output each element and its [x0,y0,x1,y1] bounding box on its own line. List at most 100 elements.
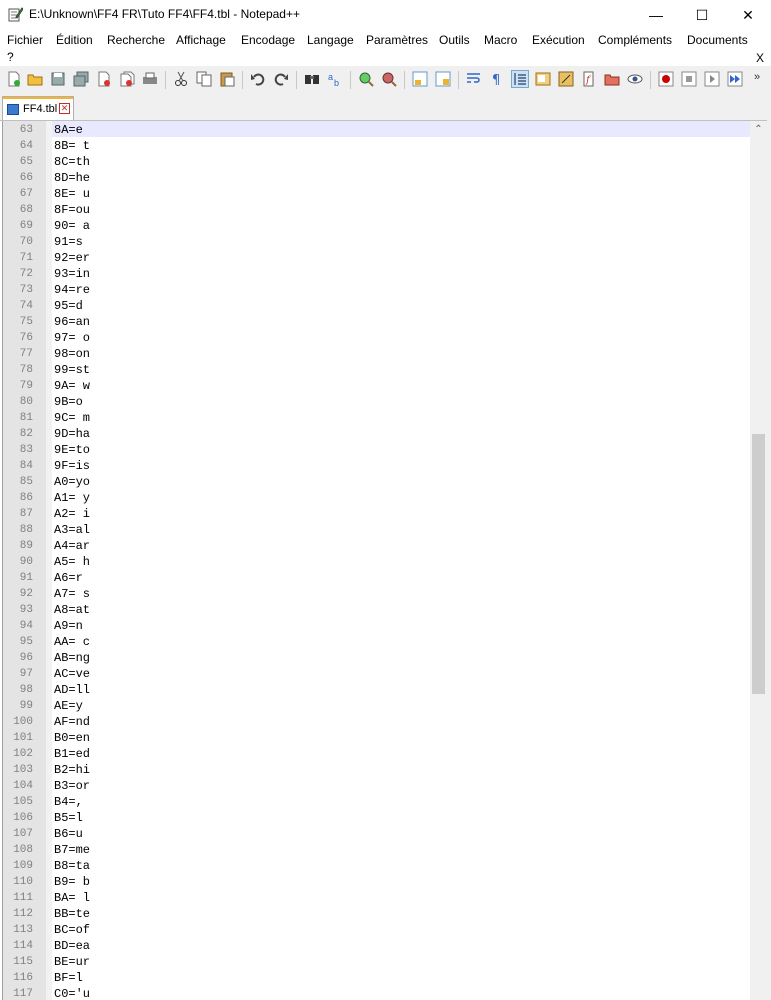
open-file-icon[interactable] [27,71,43,87]
code-line[interactable]: 93 A8=at [3,602,751,618]
scroll-up-icon[interactable]: ⌃ [750,121,767,138]
line-text[interactable]: 99=st [54,362,90,378]
line-text[interactable]: 9F=is [54,458,90,474]
menu-outils[interactable]: Outils [439,33,470,47]
code-line[interactable]: 94 A9=n [3,618,751,634]
undo-icon[interactable] [250,71,266,87]
code-line[interactable]: 117 C0='u [3,986,751,1000]
sync-horizontal-icon[interactable] [435,71,451,87]
code-line[interactable]: 86 A1= y [3,490,751,506]
menu-langage[interactable]: Langage [307,33,354,47]
code-line[interactable]: 92 A7= s [3,586,751,602]
code-line[interactable]: 114 BD=ea [3,938,751,954]
line-text[interactable]: 92=er [54,250,90,266]
menu-recherche[interactable]: Recherche [107,33,165,47]
save-all-icon[interactable] [73,71,89,87]
zoom-out-icon[interactable] [381,71,397,87]
menu-parametres[interactable]: Paramètres [366,33,428,47]
line-text[interactable]: B6=u [54,826,83,842]
line-text[interactable]: BF=l [54,970,83,986]
code-line[interactable]: 91 A6=r [3,570,751,586]
word-wrap-icon[interactable] [466,71,482,87]
line-text[interactable]: A3=al [54,522,90,538]
close-document-button[interactable]: X [756,51,764,65]
line-text[interactable]: A0=yo [54,474,90,490]
record-macro-icon[interactable] [658,71,674,87]
code-line[interactable]: 64 8B= t [3,138,751,154]
menu-complements[interactable]: Compléments [598,33,672,47]
line-text[interactable]: BB=te [54,906,90,922]
line-text[interactable]: 8C=th [54,154,90,170]
code-line[interactable]: 97 AC=ve [3,666,751,682]
playback-icon[interactable] [704,71,720,87]
function-list-icon[interactable] [558,71,574,87]
code-line[interactable]: 66 8D=he [3,170,751,186]
code-line[interactable]: 83 9E=to [3,442,751,458]
line-text[interactable]: A9=n [54,618,83,634]
code-line[interactable]: 109 B8=ta [3,858,751,874]
close-file-icon[interactable] [96,71,112,87]
line-text[interactable]: B7=me [54,842,90,858]
menu-execution[interactable]: Exécution [532,33,585,47]
line-text[interactable]: 96=an [54,314,90,330]
scrollbar-thumb[interactable] [752,434,765,694]
line-text[interactable]: A7= s [54,586,90,602]
line-text[interactable]: AD=ll [54,682,90,698]
close-all-icon[interactable] [119,71,135,87]
line-text[interactable]: B2=hi [54,762,90,778]
line-text[interactable]: 8E= u [54,186,90,202]
line-text[interactable]: A4=ar [54,538,90,554]
line-text[interactable]: 8B= t [54,138,90,154]
code-line[interactable]: 110 B9= b [3,874,751,890]
menu-edition[interactable]: Édition [56,33,93,47]
code-line[interactable]: 102 B1=ed [3,746,751,762]
code-line[interactable]: 106 B5=l [3,810,751,826]
code-line[interactable]: 108 B7=me [3,842,751,858]
menu-documents[interactable]: Documents [687,33,748,47]
line-text[interactable]: BD=ea [54,938,90,954]
code-line[interactable]: 101 B0=en [3,730,751,746]
code-line[interactable]: 70 91=s [3,234,751,250]
code-line[interactable]: 95 AA= c [3,634,751,650]
vertical-scrollbar[interactable]: ⌃ [750,121,767,1000]
line-text[interactable]: 9B=o [54,394,83,410]
code-line[interactable]: 99 AE=y [3,698,751,714]
toolbar-overflow-icon[interactable]: » [754,71,760,83]
sync-vertical-icon[interactable] [412,71,428,87]
line-text[interactable]: 9C= m [54,410,90,426]
line-text[interactable]: B3=or [54,778,90,794]
cut-icon[interactable] [173,71,189,87]
code-line[interactable]: 111 BA= l [3,890,751,906]
code-line[interactable]: 115 BE=ur [3,954,751,970]
code-line[interactable]: 81 9C= m [3,410,751,426]
code-line[interactable]: 74 95=d [3,298,751,314]
code-line[interactable]: 89 A4=ar [3,538,751,554]
line-text[interactable]: 8D=he [54,170,90,186]
line-text[interactable]: AA= c [54,634,90,650]
line-text[interactable]: 8F=ou [54,202,90,218]
code-line[interactable]: 88 A3=al [3,522,751,538]
code-line[interactable]: 80 9B=o [3,394,751,410]
line-text[interactable]: AF=nd [54,714,90,730]
editor-pane[interactable]: 63 8A=e 64 8B= t 65 8C=th 66 8D=he 67 8E= u 68 8F=o… [2,121,751,1000]
line-text[interactable]: A5= h [54,554,90,570]
stop-record-icon[interactable] [681,71,697,87]
line-text[interactable]: B1=ed [54,746,90,762]
document-map-icon[interactable] [535,71,551,87]
line-text[interactable]: BA= l [54,890,90,906]
line-text[interactable]: AC=ve [54,666,90,682]
line-text[interactable]: 98=on [54,346,90,362]
indent-guide-icon[interactable] [511,70,529,88]
code-line[interactable]: 79 9A= w [3,378,751,394]
code-line[interactable]: 71 92=er [3,250,751,266]
copy-icon[interactable] [196,71,212,87]
code-line[interactable]: 77 98=on [3,346,751,362]
print-icon[interactable] [142,71,158,87]
code-line[interactable]: 78 99=st [3,362,751,378]
line-text[interactable]: BE=ur [54,954,90,970]
replace-icon[interactable]: ab [327,71,343,87]
line-text[interactable]: A2= i [54,506,90,522]
minimize-button[interactable]: — [633,0,679,30]
code-line[interactable]: 87 A2= i [3,506,751,522]
code-line[interactable]: 63 8A=e [3,122,751,138]
